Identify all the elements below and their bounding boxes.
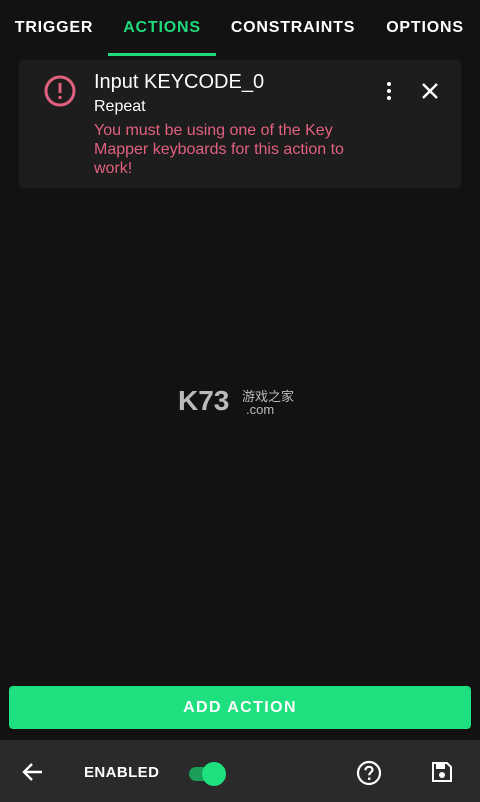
tab-trigger[interactable]: TRIGGER — [0, 0, 108, 56]
more-vert-icon[interactable] — [379, 78, 399, 104]
tab-actions[interactable]: ACTIONS — [108, 0, 216, 56]
action-error-message: You must be using one of the Key Mapper … — [94, 122, 344, 177]
tab-constraints[interactable]: CONSTRAINTS — [216, 0, 370, 56]
save-icon[interactable] — [430, 760, 454, 784]
arrow-back-icon[interactable] — [20, 759, 46, 785]
watermark-main: K73 — [178, 385, 229, 416]
app-root: TRIGGER ACTIONS CONSTRAINTS OPTIONS Inpu… — [0, 0, 480, 802]
enabled-switch[interactable] — [187, 761, 227, 786]
alert-circle-icon — [44, 75, 76, 107]
action-subtitle: Repeat — [94, 98, 146, 115]
watermark-logo: K73 游戏之家 .com — [178, 385, 294, 417]
more-dot — [387, 82, 391, 86]
more-dot — [387, 96, 391, 100]
close-icon[interactable] — [417, 78, 443, 104]
add-action-button[interactable]: ADD ACTION — [9, 686, 471, 729]
switch-thumb — [202, 762, 226, 786]
action-card[interactable]: Input KEYCODE_0 Repeat You must be using… — [19, 60, 461, 188]
tab-options[interactable]: OPTIONS — [370, 0, 480, 56]
more-dot — [387, 89, 391, 93]
watermark-domain: .com — [246, 402, 274, 417]
tab-bar: TRIGGER ACTIONS CONSTRAINTS OPTIONS — [0, 0, 480, 56]
help-circle-icon[interactable] — [355, 759, 383, 787]
enabled-label: ENABLED — [84, 764, 160, 781]
bottom-app-bar: ENABLED — [0, 740, 480, 802]
action-title: Input KEYCODE_0 — [94, 71, 265, 93]
